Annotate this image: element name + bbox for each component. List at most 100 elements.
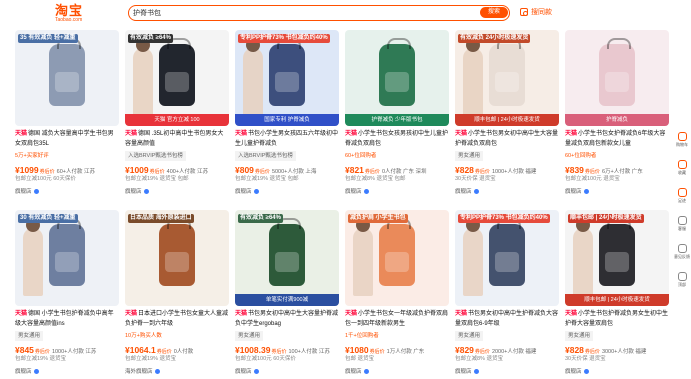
product-tag: 60+位回购者 [345,153,377,159]
taobao-logo[interactable]: 淘宝 Taobao.com [55,4,87,23]
price-label: 券后价 [34,349,50,354]
product-card[interactable]: 专利PP护脊73% 书包减负约40% 国家专利 护脊减负天猫书包小学生男女孩四五六… [235,30,339,204]
product-image[interactable]: 日本品质 海外原装进口 [125,210,229,306]
tmall-label: 天猫 [15,311,28,317]
price-row: ¥845券后价 1000+人付款 江苏 [15,344,119,354]
shop-link[interactable]: 旗舰店 [565,368,669,377]
product-card[interactable]: 护脊减负 少年版书包天猫小学生书包女孩男孩初中生儿童护脊减负双肩包 60+位回购者… [345,30,449,204]
shop-name: 旗舰店 [345,189,362,195]
product-title[interactable]: 天猫小学生书包女一年级减负护脊双肩包一到四年级新款男生 [345,309,449,329]
product-card[interactable]: 30 有效减负 轻+减重 天猫德国 小学生书包护脊减负中高年级大容量高颜值ins 男… [15,210,119,379]
sidebar-item[interactable]: 意见反馈 [673,244,691,270]
promo-badge: 有效减负 ≥64% [238,214,283,223]
product-card[interactable]: 减负护肩 小学生书包 天猫小学生书包女一年级减负护脊双肩包一到四年级新款男生 1千+… [345,210,449,379]
tmall-label: 天猫 [565,311,578,317]
product-card[interactable]: 有效减负 ≥64% 单笔实付满900减天猫书包男女初中高中生大容量护脊减负中学生e… [235,210,339,379]
shop-link[interactable]: 旗舰店 [15,188,119,197]
product-image[interactable]: 专利PP护脊73% 书包减负约40% [455,210,559,306]
product-title[interactable]: 天猫德国 .35L初中高中生书包男女大容量高颜值 [125,129,229,149]
product-card[interactable]: 专利PP护脊73% 书包减负约40% 天猫书包男女初中高中生护脊减负大容量双肩包6… [455,210,559,379]
shop-link[interactable]: 旗舰店 [15,368,119,377]
sidebar-item[interactable]: 客服 [673,216,691,242]
backpack-illustration [159,218,195,286]
shop-link[interactable]: 旗舰店 [235,188,339,197]
product-image[interactable]: 有效减负 ≥64% 单笔实付满900减 [235,210,339,306]
shop-link[interactable]: 旗舰店 [345,188,449,197]
product-image[interactable]: 有效减负 ≥64% 天猫 官方立减 100 [125,30,229,126]
product-card[interactable]: 顺丰包邮 | 24小时极速发货 顺丰包邮 | 24小时极速发货天猫小学生书包护脊减… [565,210,669,379]
product-image[interactable]: 护脊减负 少年版书包 [345,30,449,126]
shipping-info: 包邮立减19% 退货宝 [15,356,67,362]
search-input[interactable] [133,6,473,19]
product-tag: 男女通用 [235,331,264,341]
product-title-text: 书包小学生男女孩四五六年级初中生儿童护脊减负 [235,131,339,147]
product-image[interactable]: 护脊减负 [565,30,669,126]
price-row: ¥1080券后价 1万人付款 广东 [345,344,449,354]
price: ¥828 [455,165,474,174]
price: ¥839 [565,165,584,174]
product-card[interactable]: 有效减负 24小时极速发货 顺丰包邮 | 24小时极速发货天猫小学生书包男女初中高… [455,30,559,204]
product-title-text: 小学生书包女一年级减负护脊双肩包一到四年级新款男生 [345,311,449,327]
shop-name: 旗舰店 [15,189,32,195]
product-title[interactable]: 天猫书包男女初中高中生护脊减负大容量双肩包6-9年级 [455,309,559,329]
verified-icon [143,189,149,195]
backpack-illustration [49,218,85,286]
promo-banner: 国家专利 护脊减负 [235,114,339,126]
product-tag: 60+位回购者 [565,153,597,159]
promo-badge: 减负护肩 小学生书包 [348,214,408,223]
product-card[interactable]: 护脊减负天猫小学生书包女护脊减负6年级大容量减负双肩包新款女儿童 60+位回购者 ¥… [565,30,669,204]
verified-icon [363,369,369,375]
product-title-text: 德国 小学生书包护脊减负中高年级大容量高颜值ins [15,311,114,327]
price-row: ¥809券后价 5000+人付款 上海 [235,164,339,174]
product-title[interactable]: 天猫小学生书包男女初中高中生大容量护脊减负双肩包 [455,129,559,149]
search-button[interactable]: 搜索 [480,7,508,18]
sidebar-icon [677,272,687,281]
price: ¥1064.1 [125,345,156,354]
verified-icon [154,369,160,375]
sidebar-label: 收藏 [678,170,686,175]
product-image[interactable]: 35 有效减负 轻+减重 [15,30,119,126]
product-image[interactable]: 专利PP护脊73% 书包减负约40% 国家专利 护脊减负 [235,30,339,126]
sidebar-item[interactable]: 顶部 [673,272,691,298]
shop-name: 旗舰店 [455,189,472,195]
model-figure [133,38,153,116]
product-title[interactable]: 天猫书包小学生男女孩四五六年级初中生儿童护脊减负 [235,129,339,149]
product-card[interactable]: 35 有效减负 轻+减重 天猫德国 减负大容量高中学生书包男女双肩包35L 5万+买… [15,30,119,204]
sales-count: 100+人付款 江苏 [288,349,330,354]
model-figure [243,38,263,116]
shop-link[interactable]: 旗舰店 [565,188,669,197]
shop-link[interactable]: 旗舰店 [455,368,559,377]
product-title[interactable]: 天猫德国 减负大容量高中学生书包男女双肩包35L [15,129,119,149]
product-title[interactable]: 天猫德国 小学生书包护脊减负中高年级大容量高颜值ins [15,309,119,329]
product-title[interactable]: 天猫小学生书包护脊减负男女生初中生护脊大容量双肩包 [565,309,669,329]
shop-link[interactable]: 旗舰店 [235,368,339,377]
product-image[interactable]: 减负护肩 小学生书包 [345,210,449,306]
shop-name: 海外旗舰店 [125,369,153,375]
product-title[interactable]: 天猫书包男女初中高中生大容量护脊减负中学生ergobag [235,309,339,329]
sidebar-item[interactable]: 购物车 [673,132,691,158]
product-image[interactable]: 30 有效减负 轻+减重 [15,210,119,306]
product-tag: 男女通用 [565,331,594,341]
verified-icon [583,369,589,375]
product-image[interactable]: 有效减负 24小时极速发货 顺丰包邮 | 24小时极速发货 [455,30,559,126]
shop-link[interactable]: 旗舰店 [345,368,449,377]
right-sidebar: 购物车收藏足迹 客服意见反馈顶部 [673,130,691,298]
product-title[interactable]: 天猫日本进口小学生书包女童大人童减负护脊一到六年级 [125,309,229,329]
product-image[interactable]: 顺丰包邮 | 24小时极速发货 顺丰包邮 | 24小时极速发货 [565,210,669,306]
product-title-text: 小学生书包女护脊减负6年级大容量减负双肩包新款女儿童 [565,131,666,147]
shop-link[interactable]: 旗舰店 [455,188,559,197]
sales-count: 1万人付款 广东 [386,349,425,354]
model-figure [463,38,483,116]
sidebar-item[interactable]: 收藏 [673,160,691,186]
product-card[interactable]: 有效减负 ≥64% 天猫 官方立减 100 天猫德国 .35L初中高中生书包男女大容… [125,30,229,204]
model-figure [353,218,373,296]
product-title[interactable]: 天猫小学生书包女孩男孩初中生儿童护脊减负双肩包 [345,129,449,149]
product-tag: 入选BRVIP甄选书包榜 [125,151,186,161]
price-label: 券后价 [271,349,287,354]
shop-link[interactable]: 旗舰店 [125,188,229,197]
product-card[interactable]: 日本品质 海外原装进口 天猫日本进口小学生书包女童大人童减负护脊一到六年级 10万+… [125,210,229,379]
photo-search-button[interactable]: 搜同款 [520,7,552,17]
shop-link[interactable]: 海外旗舰店 [125,368,229,377]
sidebar-item[interactable]: 足迹 [673,188,691,214]
product-title[interactable]: 天猫小学生书包女护脊减负6年级大容量减负双肩包新款女儿童 [565,129,669,149]
